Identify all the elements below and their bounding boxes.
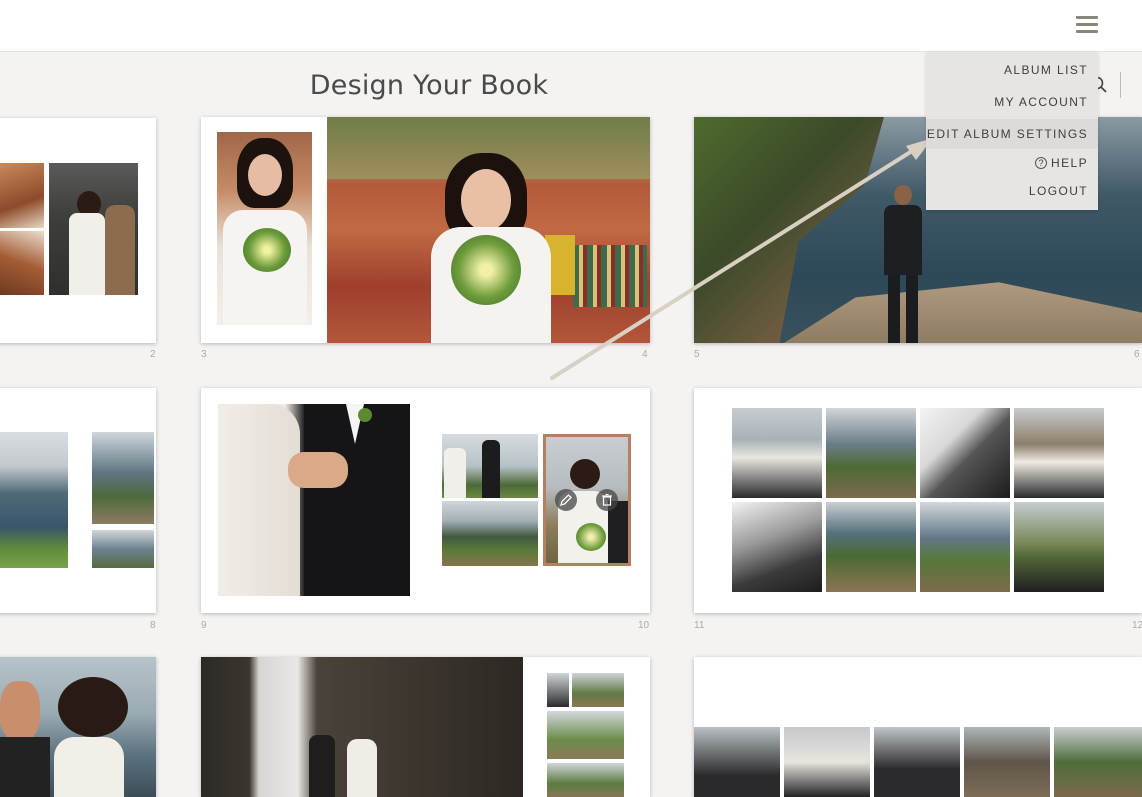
hamburger-menu-icon[interactable] xyxy=(1076,16,1098,34)
groom-small xyxy=(482,440,500,498)
photo-bride-on-sofa[interactable] xyxy=(327,117,650,343)
spread-pages-1-2[interactable] xyxy=(0,118,156,343)
photo-strip-5[interactable] xyxy=(1054,727,1142,797)
bride-dress xyxy=(54,737,124,797)
bouquet xyxy=(576,523,606,551)
photo-small-cliff-2[interactable] xyxy=(547,711,624,759)
help-circle-icon: ? xyxy=(1035,157,1048,169)
photo-grid-1[interactable] xyxy=(732,408,822,498)
top-bar xyxy=(0,0,1142,52)
photo-strip-1[interactable] xyxy=(694,727,780,797)
page-title: Design Your Book xyxy=(309,70,549,101)
page-number: 9 xyxy=(201,620,207,631)
photo-couple-cliff-2[interactable] xyxy=(92,530,154,568)
bride-small xyxy=(444,448,466,498)
photo-cliff-coast[interactable] xyxy=(0,432,68,568)
trash-icon xyxy=(602,493,612,506)
photo-grid-6[interactable] xyxy=(826,502,916,592)
page-number: 11 xyxy=(694,620,705,631)
menu-item-my-account[interactable]: MY ACCOUNT xyxy=(994,95,1088,109)
hands xyxy=(288,452,348,488)
groom-suit xyxy=(0,737,50,797)
spread-pages-3-4[interactable] xyxy=(201,117,650,343)
spread-pages-9-10[interactable] xyxy=(201,388,650,613)
spread-pages-17-18[interactable] xyxy=(694,657,1142,797)
page-number: 12 xyxy=(1132,620,1142,631)
photo-sofa-detail[interactable] xyxy=(0,231,44,295)
bride-figure xyxy=(347,739,377,797)
photo-strip-2[interactable] xyxy=(784,727,870,797)
menu-item-edit-album-settings[interactable]: EDIT ALBUM SETTINGS xyxy=(926,119,1098,149)
photo-couple-rocks[interactable] xyxy=(201,657,523,797)
page-number: 4 xyxy=(642,349,648,360)
menu-item-logout[interactable]: LOGOUT xyxy=(1029,184,1088,198)
groom-figure xyxy=(309,735,335,797)
guest-figure xyxy=(105,205,135,295)
page-number: 8 xyxy=(150,620,156,631)
spread-pages-15-16[interactable] xyxy=(201,657,650,797)
delete-photo-button[interactable] xyxy=(596,489,618,511)
page-number: 2 xyxy=(150,349,156,360)
photo-couple-windy[interactable] xyxy=(0,657,156,797)
cliff-ledge xyxy=(784,282,1142,343)
page-number: 3 xyxy=(201,349,207,360)
menu-item-help[interactable]: ? HELP xyxy=(1035,156,1088,170)
bouquet xyxy=(243,228,291,272)
bride-hair xyxy=(58,677,128,737)
menu-item-album-list[interactable]: ALBUM LIST xyxy=(1004,63,1088,77)
page-number: 10 xyxy=(638,620,650,631)
photo-bride-standing[interactable] xyxy=(49,163,138,295)
bride-sleeve xyxy=(218,404,300,596)
photo-strip-3[interactable] xyxy=(874,727,960,797)
bouquet xyxy=(451,235,521,305)
photo-small-cliff-3[interactable] xyxy=(547,763,624,797)
photo-small-couple-1[interactable] xyxy=(547,673,569,707)
groom-figure xyxy=(880,185,926,343)
photo-grid-3[interactable] xyxy=(920,408,1010,498)
photo-grid-7[interactable] xyxy=(920,502,1010,592)
bride-face xyxy=(248,154,282,196)
groom-edge xyxy=(608,501,628,563)
spread-pages-7-8[interactable] xyxy=(0,388,156,613)
edit-photo-button[interactable] xyxy=(555,489,577,511)
photo-bride-portrait[interactable] xyxy=(217,132,312,325)
photo-strip-4[interactable] xyxy=(964,727,1050,797)
toolbar-divider xyxy=(1120,72,1121,98)
photo-grid-4[interactable] xyxy=(1014,408,1104,498)
photo-couple-cliffs-small[interactable] xyxy=(442,434,538,498)
menu-item-help-label: HELP xyxy=(1051,156,1088,170)
spread-pages-11-12[interactable] xyxy=(694,388,1142,613)
groom-face xyxy=(0,681,40,741)
photo-cliffs-walk[interactable] xyxy=(442,501,538,566)
photo-ring-exchange[interactable] xyxy=(218,404,410,596)
photo-grid-5[interactable] xyxy=(732,502,822,592)
cushion-striped xyxy=(573,245,647,307)
page-number: 6 xyxy=(1134,349,1140,360)
photo-couple-cliff-1[interactable] xyxy=(92,432,154,524)
page-number: 5 xyxy=(694,349,700,360)
photo-small-cliff-1[interactable] xyxy=(572,673,624,707)
photo-bride-sofa[interactable] xyxy=(0,163,44,228)
spread-pages-13-14[interactable] xyxy=(0,657,156,797)
boutonniere xyxy=(358,408,372,422)
account-dropdown-menu: ALBUM LIST MY ACCOUNT EDIT ALBUM SETTING… xyxy=(926,52,1098,210)
bride-face xyxy=(461,169,511,231)
bride-dress xyxy=(69,213,105,295)
bride-hair xyxy=(570,459,600,489)
pencil-icon xyxy=(560,494,572,506)
photo-grid-2[interactable] xyxy=(826,408,916,498)
photo-grid-8[interactable] xyxy=(1014,502,1104,592)
